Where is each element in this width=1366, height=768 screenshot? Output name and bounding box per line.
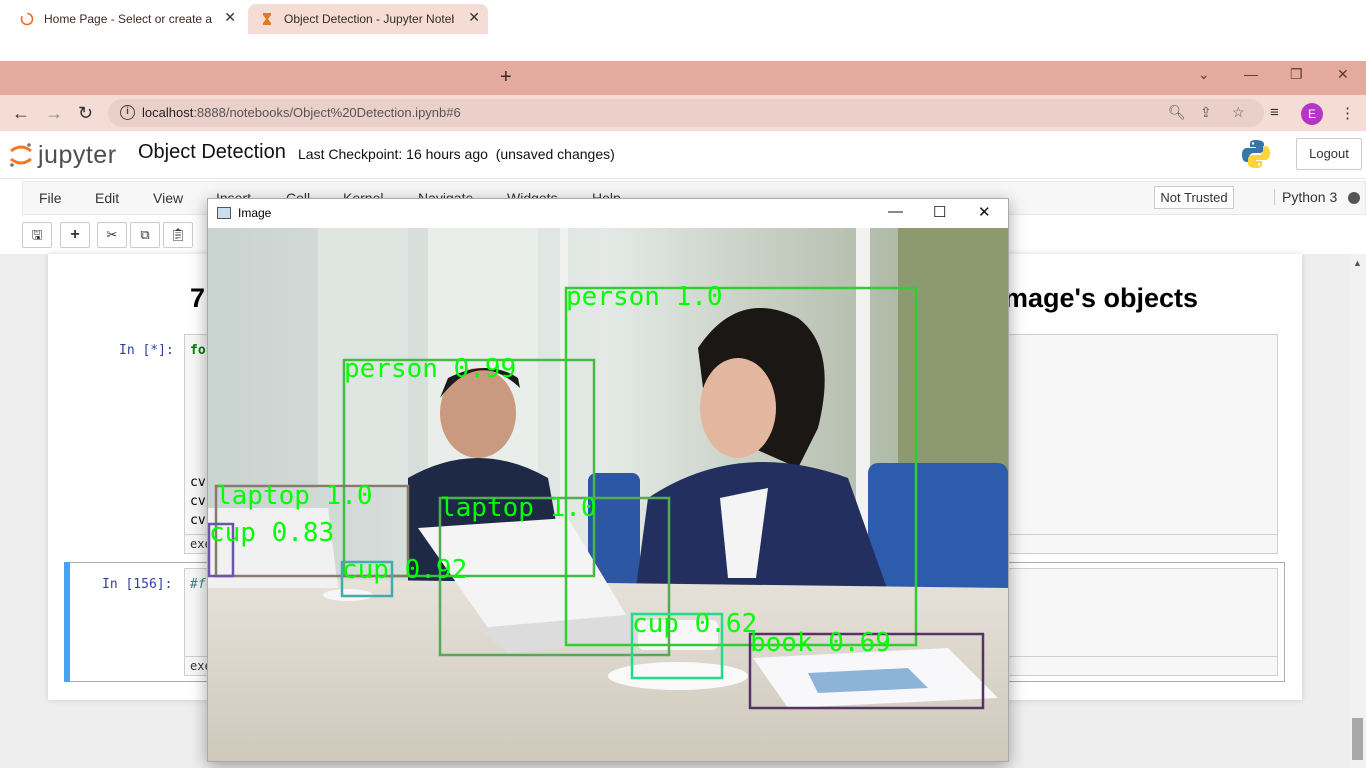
menu-edit[interactable]: Edit — [95, 190, 119, 206]
code-comment: #f — [190, 577, 206, 592]
tab-title: Home Page - Select or create a notebook — [44, 12, 214, 26]
menu-view[interactable]: View — [153, 190, 183, 206]
code-line: fo — [190, 343, 206, 358]
cell-prompt: In [*]: — [119, 343, 174, 358]
forward-arrow-icon[interactable]: → — [45, 103, 63, 124]
media-control-icon[interactable]: ≡ — [1270, 104, 1279, 121]
detection-label: person 0.99 — [344, 354, 517, 384]
site-info-icon[interactable]: i — [120, 105, 135, 120]
more-menu-icon[interactable]: ⋮ — [1340, 104, 1355, 122]
hourglass-icon — [263, 13, 271, 25]
kernel-name[interactable]: Python 3 — [1274, 189, 1337, 205]
tab-object-detection[interactable]: Object Detection - Jupyter Notebook ✕ — [248, 4, 488, 34]
detection-label: cup 0.62 — [632, 609, 758, 639]
browser-tab-strip — [0, 61, 1366, 95]
page-scrollbar[interactable] — [1350, 254, 1366, 768]
tab-title: Object Detection - Jupyter Notebook — [284, 12, 454, 26]
detection-label: cup 0.83 — [209, 518, 335, 548]
jupyter-logo-icon — [10, 143, 32, 167]
profile-avatar[interactable]: E — [1301, 103, 1323, 125]
detection-label: book 0.69 — [750, 628, 891, 658]
scroll-up-arrow-icon[interactable]: ▲ — [1353, 258, 1362, 268]
detection-label: laptop 1.0 — [216, 481, 373, 511]
close-tab-icon[interactable]: ✕ — [468, 9, 480, 26]
jupyter-spinner-icon — [20, 12, 34, 26]
restore-icon[interactable]: ❐ — [1290, 66, 1303, 83]
menu-file[interactable]: File — [39, 190, 62, 206]
code-line: cv — [190, 475, 206, 490]
kernel-busy-indicator — [1348, 192, 1360, 204]
jupyter-logo[interactable]: jupyter — [8, 139, 123, 169]
tab-search-icon[interactable]: ⌄ — [1198, 66, 1210, 83]
cut-icon[interactable]: ✂ — [97, 222, 127, 248]
markdown-heading-tail: mage's objects — [1004, 283, 1198, 313]
add-cell-icon[interactable]: + — [60, 222, 90, 248]
minimize-icon[interactable]: — — [1244, 66, 1258, 82]
jupyter-wordmark: jupyter — [38, 141, 117, 169]
copy-icon[interactable]: ⧉ — [130, 222, 160, 248]
tab-home-page[interactable]: Home Page - Select or create a notebook … — [8, 4, 244, 34]
cell-prompt: In [156]: — [102, 577, 173, 592]
share-icon[interactable]: ⇪ — [1200, 104, 1212, 121]
selected-cell-indicator — [64, 562, 70, 682]
logout-button[interactable]: Logout — [1296, 138, 1362, 170]
paste-icon[interactable]: 📋︎ — [163, 222, 193, 248]
close-icon[interactable]: ✕ — [978, 203, 991, 221]
code-line: cv — [190, 494, 206, 509]
python-logo-icon — [1242, 140, 1270, 168]
detection-label: cup 0.92 — [342, 555, 468, 585]
notebook-title[interactable]: Object Detection — [138, 141, 286, 164]
detection-label: person 1.0 — [566, 282, 723, 312]
code-line: cv — [190, 513, 206, 528]
scrollbar-thumb[interactable] — [1352, 718, 1363, 760]
url-text: localhost:8888/notebooks/Object%20Detect… — [142, 105, 461, 120]
close-tab-icon[interactable]: ✕ — [224, 9, 236, 26]
zoom-icon[interactable]: 🔍︎ — [1168, 104, 1186, 121]
maximize-icon[interactable]: ☐ — [933, 203, 946, 221]
bookmark-star-icon[interactable]: ☆ — [1232, 104, 1245, 121]
close-window-icon[interactable]: ✕ — [1337, 66, 1349, 83]
markdown-heading: 7 — [190, 283, 206, 313]
image-window-title: Image — [238, 206, 272, 220]
new-tab-button[interactable]: + — [500, 66, 512, 89]
window-app-icon — [217, 207, 231, 219]
reload-icon[interactable]: ↻ — [78, 103, 93, 124]
back-arrow-icon[interactable]: ← — [12, 103, 30, 124]
detection-image: person 1.0 person 0.99 laptop 1.0 laptop… — [208, 228, 1008, 761]
save-icon[interactable]: 🖫 — [22, 222, 52, 248]
minimize-icon[interactable]: — — [888, 203, 903, 220]
opencv-image-window[interactable]: Image — ☐ ✕ person 1.0 person 0.99 lapto… — [207, 198, 1009, 762]
address-bar[interactable]: i localhost:8888/notebooks/Object%20Dete… — [108, 99, 1264, 127]
image-window-titlebar[interactable]: Image — ☐ ✕ — [208, 199, 1008, 228]
detection-label: laptop 1.0 — [440, 493, 597, 523]
checkpoint-status: Last Checkpoint: 16 hours ago (unsaved c… — [298, 146, 615, 162]
not-trusted-button[interactable]: Not Trusted — [1154, 186, 1234, 209]
